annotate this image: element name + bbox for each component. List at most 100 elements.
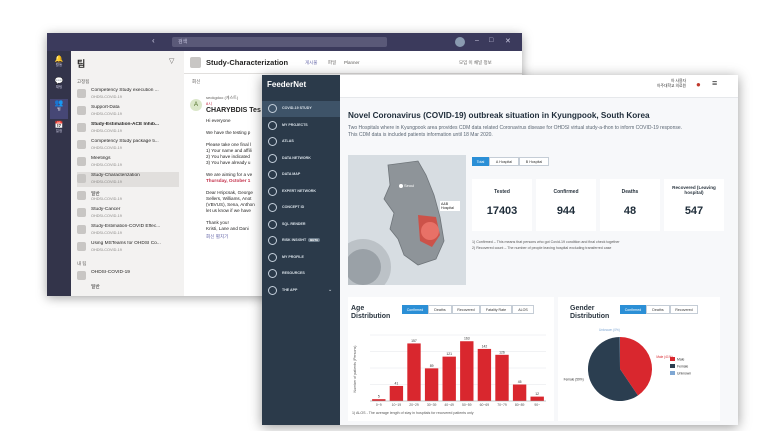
y-axis-label: Number of patients (Persons) [353,346,357,393]
tab-files[interactable]: 파일 [328,60,336,66]
close-icon[interactable]: ✕ [505,37,511,45]
rail-calendar[interactable]: 📅 일정 [50,121,68,141]
channel-icon [77,225,86,234]
nav-item-sql-render[interactable]: SQL RENDER [262,217,340,233]
nav-label: THE APP [282,287,298,292]
bar [460,341,474,401]
list-item[interactable]: Study-Cancer OHDSI-COVID-19 [77,206,179,221]
age-recovered-button[interactable]: Recovered [452,305,480,314]
nav-item-data-map[interactable]: DATA MAP [262,167,340,183]
nav-item-risk-insight[interactable]: RISK INSIGHT BETA [262,233,340,249]
nav-icon [268,219,277,229]
chat-icon: 💬 [54,78,64,85]
filter-icon[interactable]: ▽ [169,57,174,65]
user-info[interactable]: 아 사용자 아주대학교 의료원 [646,79,686,89]
filter-a-hospital-button[interactable]: A Hospital [489,157,519,166]
reply-link[interactable]: 회신 [192,79,200,85]
list-item[interactable]: Support-Data OHDSI-COVID-19 [77,104,179,119]
legend-swatch [670,371,675,375]
nav-label: ATLAS [282,139,294,143]
list-item-subtitle: OHDSI-COVID-19 [91,248,122,252]
back-arrow-icon[interactable]: ‹ [152,36,155,45]
channel-avatar [190,57,201,68]
age-note: 1) ALOS - The average length of stay in … [352,411,474,415]
feedernet-window: FeederNet COVID-19 STUDY MY PROJECTS ATLAS… [262,75,738,425]
list-item[interactable]: Study-Estimation-ACE Inhib... OHDSI-COVID… [77,121,179,136]
page-title: Novel Coronavirus (COVID-19) outbreak si… [348,111,650,120]
tab-planner[interactable]: Planner [344,60,360,65]
filter-b-hospital-button[interactable]: B Hospital [519,157,549,166]
search-input[interactable]: 검색 [172,37,387,47]
bar [442,356,456,401]
beta-badge: BETA [308,238,321,242]
tick-label: 90~ [534,403,540,407]
rail-activity[interactable]: 🔔 활동 [50,55,68,75]
list-item-subtitle: OHDSI-COVID-19 [91,129,122,133]
notification-bell-icon[interactable]: ● [696,80,701,89]
map[interactable]: Seoul A&B Hospital [335,155,466,295]
bar [530,396,544,401]
nav-item-expert-network[interactable]: EXPERT NETWORK [262,184,340,200]
page-description: Two Hospitals where in Kyungpook area pr… [348,125,683,131]
stats-row: Tested 17403 Confirmed 944 Deaths 48 Rec… [472,179,724,231]
stat-value: 547 [684,205,704,217]
menu-icon[interactable]: ≡ [712,78,717,88]
stat-card: Recovered (Leaving hospital) 547 [664,179,724,231]
tick-label: 0~9 [376,403,382,407]
group-label: 내 팀 [77,261,87,266]
rail-teams[interactable]: 👥 팀 [50,99,68,119]
list-item[interactable]: Using MSTeams for OHDSI Co... OHDSI-COVID… [77,240,179,255]
tick-label: 10~19 [392,403,402,407]
nav-item-my-profile[interactable]: MY PROFILE [262,250,340,266]
list-item[interactable]: Meetings OHDSI-COVID-19 [77,155,179,170]
slice-label: Unknown (0%) [599,328,620,332]
filter-total-button[interactable]: Total [472,157,489,166]
nav-item-the-app[interactable]: THE APP ⌄ [262,283,340,299]
list-item[interactable]: 일반 [77,282,179,296]
age-distribution-card: Age Distribution Confirmed Deaths Recovere… [348,297,554,421]
avatar: A [190,99,202,111]
age-bar-chart: Number of patients (Persons) 5 0~9 41 10~19 1… [353,334,546,407]
gender-confirmed-button[interactable]: Confirmed [620,305,646,314]
list-item-subtitle: OHDSI-COVID-19 [91,197,122,201]
list-item[interactable]: 일반 OHDSI-COVID-19 [77,189,179,204]
gender-deaths-button[interactable]: Deaths [646,305,670,314]
avatar[interactable] [455,37,465,47]
gender-recovered-button[interactable]: Recovered [670,305,698,314]
list-item[interactable]: Study-Estimation-COVID Effec... OHDSI-COV… [77,223,179,238]
rail-chat[interactable]: 💬 채팅 [50,77,68,97]
stats-note: 1) Confirmed – This means that persons w… [472,240,620,244]
nav-item-concept-id[interactable]: CONCEPT ID [262,200,340,216]
channel-icon [77,174,86,183]
nav-item-data-network[interactable]: DATA NETWORK [262,151,340,167]
list-item-title: Support-Data [91,105,120,110]
legend-entry: Unknown [677,372,691,376]
tab-posts[interactable]: 게시물 [305,60,317,66]
nav-item-resources[interactable]: RESOURCES [262,266,340,282]
list-item[interactable]: Competency Study execution ... OHDSI-COVI… [77,87,179,102]
list-item-title: 일반 [91,285,100,290]
age-confirmed-button[interactable]: Confirmed [402,305,428,314]
list-item[interactable]: Study-Characterization OHDSI-COVID-19 [77,172,179,187]
nav-icon [268,104,277,113]
age-alos-button[interactable]: ALOS [512,305,534,314]
nav-item-my-projects[interactable]: MY PROJECTS [262,118,340,134]
minimize-icon[interactable]: – [475,37,479,44]
maximize-icon[interactable]: □ [489,37,493,44]
stat-card: Confirmed 944 [536,179,596,231]
nav-item-covid-19-study[interactable]: COVID-19 STUDY [262,101,340,117]
legend-entry: Female [677,365,688,369]
tick-label: 60~69 [480,403,490,407]
channel-icon [77,140,86,149]
bar [512,384,527,401]
nav-label: COVID-19 STUDY [282,106,312,110]
teams-icon: 👥 [54,100,64,107]
age-fatality-rate-button[interactable]: Fatality Rate [480,305,512,314]
age-deaths-button[interactable]: Deaths [428,305,452,314]
nav-item-atlas[interactable]: ATLAS [262,134,340,150]
nav-icon [268,170,277,179]
list-item[interactable]: Competency Study package ti... OHDSI-COVI… [77,138,179,153]
header-actions[interactable]: 모임 이 채널 정보 [459,60,492,66]
nav-label: MY PROJECTS [282,122,308,127]
teams-titlebar: ‹ 검색 – □ ✕ [47,33,522,51]
